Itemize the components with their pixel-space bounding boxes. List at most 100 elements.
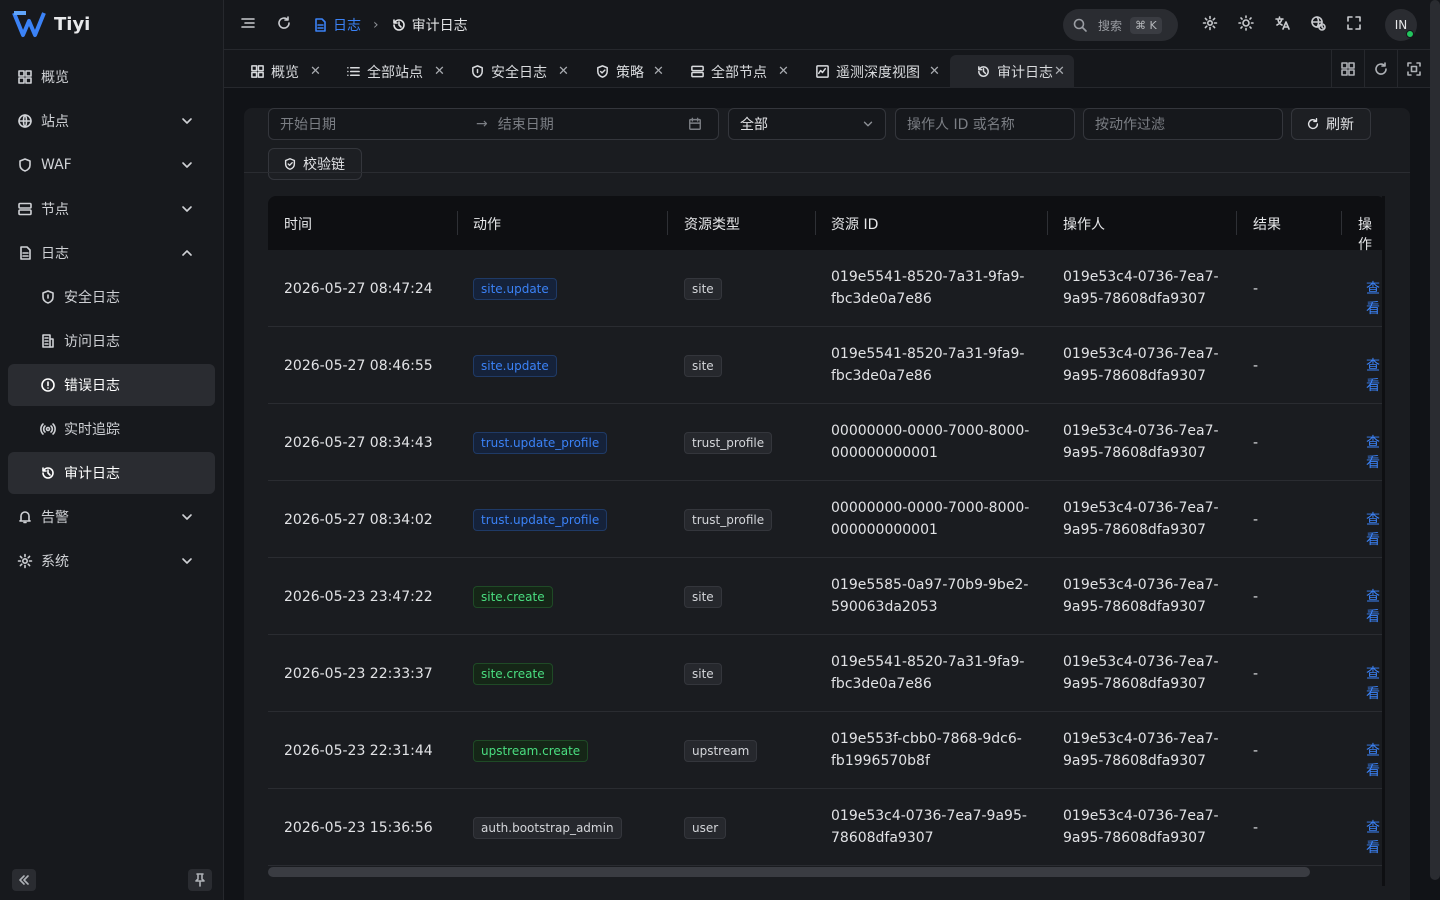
result-select[interactable]: 全部 (728, 108, 886, 140)
sidebar-item-live-trace[interactable]: 实时追踪 (8, 408, 215, 450)
column-header-resource-type[interactable]: 资源类型 (684, 214, 740, 234)
pin-icon (195, 873, 205, 887)
table-row[interactable]: 2026-05-27 08:34:43 trust.update_profile… (268, 404, 1385, 481)
tab-maximize-button[interactable] (1397, 50, 1430, 88)
sidebar-item-label: 节点 (41, 202, 69, 218)
close-icon[interactable]: ✕ (558, 64, 569, 79)
table-row[interactable]: 2026-05-23 22:33:37 site.create site 019… (268, 635, 1385, 712)
tab-overview[interactable]: 概览 ✕ (224, 55, 328, 88)
tab-policies[interactable]: 策略 ✕ (569, 55, 665, 88)
sidebar-item-label: 系统 (41, 554, 69, 570)
app-logo[interactable]: Tiyi (12, 10, 90, 38)
sidebar-item-error-logs[interactable]: 错误日志 (8, 364, 215, 406)
table-row[interactable]: 2026-05-23 15:36:56 auth.bootstrap_admin… (268, 789, 1385, 866)
cell-result: - (1253, 435, 1259, 451)
column-header-operator[interactable]: 操作人 (1063, 214, 1105, 234)
cell-time: 2026-05-27 08:34:43 (284, 435, 433, 451)
action-tag: site.update (473, 278, 557, 300)
fullscreen-icon (1347, 16, 1361, 30)
sidebar-item-audit-logs[interactable]: 审计日志 (8, 452, 215, 494)
log-icon (42, 334, 54, 348)
table-row[interactable]: 2026-05-27 08:34:02 trust.update_profile… (268, 481, 1385, 558)
vertical-scrollbar[interactable] (1430, 0, 1440, 880)
menu-icon (241, 18, 255, 28)
resource-id-line-2: fb1996570b8f (831, 753, 930, 769)
list-icon (347, 67, 360, 76)
settings-button[interactable] (1202, 15, 1218, 31)
collapse-sidebar-button[interactable] (12, 869, 36, 891)
refresh-button[interactable]: 刷新 (1291, 108, 1371, 140)
sidebar-item-overview[interactable]: 概览 (8, 56, 215, 98)
tab-audit-logs[interactable]: 审计日志 ✕ (950, 55, 1074, 88)
tab-all-nodes[interactable]: 全部节点 ✕ (664, 55, 792, 88)
sidebar-item-nodes[interactable]: 节点 (8, 188, 215, 230)
column-header-time[interactable]: 时间 (284, 214, 312, 234)
breadcrumb-logs-link[interactable]: 日志 (312, 15, 361, 35)
operator-input[interactable]: 操作人 ID 或名称 (895, 108, 1075, 140)
operator-line-1: 019e53c4-0736-7ea7- (1063, 423, 1219, 439)
start-date-input[interactable]: 开始日期 (280, 114, 460, 134)
arrow-right-icon: → (476, 116, 488, 132)
tab-all-sites[interactable]: 全部站点 ✕ (320, 55, 448, 88)
column-header-result[interactable]: 结果 (1253, 214, 1281, 234)
resource-id-line-2: 000000000001 (831, 522, 938, 538)
cell-resource-id: 019e5541-8520-7a31-9fa9- fbc3de0a7e86 (831, 651, 1024, 695)
sidebar-item-security-logs[interactable]: 安全日志 (8, 276, 215, 318)
column-header-action[interactable]: 动作 (473, 214, 501, 234)
search-icon (1073, 18, 1087, 32)
refresh-icon (1307, 118, 1319, 130)
cell-resource-id: 019e553f-cbb0-7868-9dc6- fb1996570b8f (831, 728, 1022, 772)
fullscreen-button[interactable] (1346, 15, 1362, 31)
close-icon[interactable]: ✕ (653, 64, 664, 79)
menu-toggle-button[interactable] (240, 15, 256, 31)
operator-line-2: 9a95-78608dfa9307 (1063, 753, 1206, 769)
action-tag: auth.bootstrap_admin (473, 817, 622, 839)
close-icon[interactable]: ✕ (1054, 64, 1065, 79)
verify-chain-button[interactable]: 校验链 (268, 148, 362, 180)
operator-line-1: 019e53c4-0736-7ea7- (1063, 654, 1219, 670)
chevron-up-icon (182, 250, 192, 256)
theme-toggle-button[interactable] (1238, 15, 1254, 31)
action-filter-input[interactable]: 按动作过滤 (1083, 108, 1283, 140)
column-header-resource-id[interactable]: 资源 ID (831, 214, 878, 234)
tab-security-logs[interactable]: 安全日志 ✕ (444, 55, 572, 88)
reload-button[interactable] (276, 15, 292, 31)
global-search[interactable]: 搜索 ⌘ K (1063, 9, 1178, 41)
table-row[interactable]: 2026-05-23 23:47:22 site.create site 019… (268, 558, 1385, 635)
cell-operator: 019e53c4-0736-7ea7- 9a95-78608dfa9307 (1063, 266, 1219, 310)
sidebar-item-system[interactable]: 系统 (8, 540, 215, 582)
horizontal-scrollbar[interactable] (268, 867, 1310, 877)
table-row[interactable]: 2026-05-23 22:31:44 upstream.create upst… (268, 712, 1385, 789)
close-icon[interactable]: ✕ (778, 64, 789, 79)
resource-type-tag: site (684, 355, 722, 377)
cell-resource-id: 019e5541-8520-7a31-9fa9- fbc3de0a7e86 (831, 266, 1024, 310)
action-tag: trust.update_profile (473, 432, 608, 454)
cell-operator: 019e53c4-0736-7ea7- 9a95-78608dfa9307 (1063, 420, 1219, 464)
tab-telemetry-view[interactable]: 遥测深度视图 ✕ (789, 55, 949, 88)
online-status-dot (1406, 30, 1414, 38)
timezone-button[interactable] (1310, 15, 1326, 31)
sidebar-item-access-logs[interactable]: 访问日志 (8, 320, 215, 362)
sidebar-item-alerts[interactable]: 告警 (8, 496, 215, 538)
tab-refresh-button[interactable] (1364, 50, 1397, 88)
history-icon (978, 66, 989, 77)
bell-icon (19, 511, 31, 524)
pin-sidebar-button[interactable] (188, 869, 212, 891)
history-icon (42, 467, 54, 479)
column-header-actions[interactable]: 操作 (1358, 214, 1385, 254)
table-row[interactable]: 2026-05-27 08:46:55 site.update site 019… (268, 327, 1385, 404)
gear-icon (1202, 15, 1218, 31)
tab-grid-button[interactable] (1331, 50, 1364, 88)
sidebar-item-sites[interactable]: 站点 (8, 100, 215, 142)
language-button[interactable] (1274, 15, 1290, 31)
end-date-input[interactable]: 结束日期 (498, 114, 688, 134)
table-row[interactable]: 2026-05-27 08:47:24 site.update site 019… (268, 250, 1385, 327)
close-icon[interactable]: ✕ (929, 64, 940, 79)
operator-line-2: 9a95-78608dfa9307 (1063, 368, 1206, 384)
sidebar-item-waf[interactable]: WAF (8, 144, 215, 186)
sidebar-item-logs[interactable]: 日志 (8, 232, 215, 274)
divider (244, 172, 1410, 173)
date-range-picker[interactable]: 开始日期 → 结束日期 (268, 108, 719, 140)
resource-id-line-1: 019e53c4-0736-7ea7-9a95- (831, 808, 1027, 824)
operator-line-2: 9a95-78608dfa9307 (1063, 445, 1206, 461)
